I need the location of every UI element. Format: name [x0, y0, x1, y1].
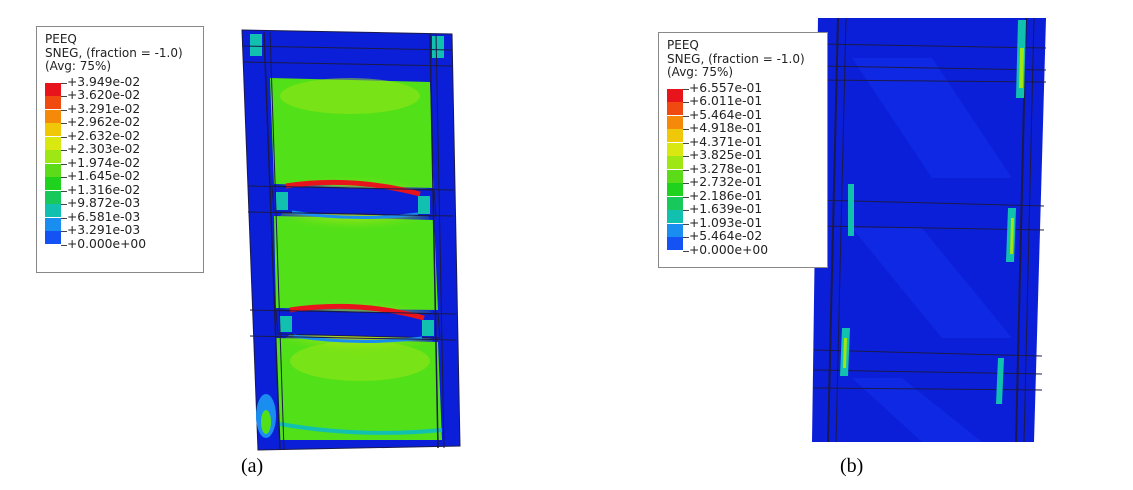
- panel-a: PEEQ SNEG, (fraction = -1.0) (Avg: 75%) …: [0, 0, 566, 490]
- model-a: [241, 29, 461, 451]
- legend-a-value-4: +2.632e-02: [67, 128, 141, 143]
- legend-a-swatch-11: [45, 231, 61, 244]
- legend-a-averaging: (Avg: 75%): [45, 59, 112, 73]
- legend-a-value-7: +1.645e-02: [67, 169, 141, 183]
- cyan-zone-2: [418, 196, 430, 214]
- legend-b-swatch-1: [667, 102, 683, 115]
- legend-b-swatch-11: [667, 237, 683, 250]
- legend-a-value-3: +2.962e-02: [67, 115, 141, 129]
- legend-b-value-11: +5.464e-02: [689, 229, 763, 243]
- legend-b-swatch-4: [667, 142, 683, 156]
- legend-a-section: SNEG, (fraction = -1.0): [45, 45, 183, 60]
- legend-a-value-6: +1.974e-02: [67, 155, 141, 170]
- legend-a-swatch-3: [45, 123, 61, 136]
- legend-a-swatch-9: [45, 204, 61, 217]
- legend-b-value-2: +5.464e-01: [689, 107, 763, 122]
- legend-a-swatch-1: [45, 96, 61, 109]
- legend-b-value-3: +4.918e-01: [689, 121, 763, 135]
- legend-a-swatch-5: [45, 150, 61, 163]
- legend-b-value-7: +2.732e-01: [689, 175, 763, 189]
- legend-a-swatch-2: [45, 109, 61, 123]
- legend-b-swatch-2: [667, 115, 683, 129]
- cyan-zone-top-left: [250, 34, 262, 56]
- legend-b-value-1: +6.011e-01: [689, 94, 763, 108]
- legend-a-value-12: +0.000e+00: [67, 236, 147, 251]
- cyan-zone-top-right: [432, 36, 444, 58]
- cyan-zone-1: [276, 192, 288, 210]
- legend-a-swatch-6: [45, 163, 61, 177]
- legend-b-swatch-5: [667, 156, 683, 169]
- legend-b-value-12: +0.000e+00: [689, 242, 769, 257]
- legend-b-section: SNEG, (fraction = -1.0): [667, 51, 805, 66]
- legend-a-value-1: +3.620e-02: [67, 88, 141, 102]
- legend-a-scale: +3.949e-02 +3.620e-02 +3.291e-02 +2.962e-02…: [45, 74, 195, 255]
- legend-b-swatch-9: [667, 210, 683, 223]
- legend-a-value-2: +3.291e-02: [67, 101, 141, 116]
- legend-a-value-5: +2.303e-02: [67, 142, 141, 156]
- legend-a-swatch-4: [45, 136, 61, 150]
- legend-a-value-9: +9.872e-03: [67, 196, 141, 210]
- legend-b-averaging: (Avg: 75%): [667, 65, 734, 79]
- legend-b: PEEQ SNEG, (fraction = -1.0) (Avg: 75%) …: [658, 32, 828, 268]
- legend-b-swatch-7: [667, 183, 683, 196]
- legend-a-value-8: +1.316e-02: [67, 182, 141, 197]
- legend-b-swatch-3: [667, 129, 683, 142]
- legend-a-value-0: +3.949e-02: [67, 74, 141, 89]
- legend-b-variable: PEEQ: [667, 38, 699, 52]
- corner-zone-bottom: [290, 341, 430, 381]
- legend-b-value-8: +2.186e-01: [689, 188, 763, 203]
- legend-b-value-0: +6.557e-01: [689, 80, 763, 95]
- legend-b-value-5: +3.825e-01: [689, 148, 763, 162]
- legend-a-variable: PEEQ: [45, 32, 77, 46]
- legend-b-value-10: +1.093e-01: [689, 215, 763, 230]
- legend-a-swatch-7: [45, 177, 61, 190]
- legend-a-swatch-0: [45, 82, 61, 96]
- cyan-zone-4: [422, 320, 434, 336]
- caption-a: (a): [241, 455, 264, 477]
- legend-a-value-10: +6.581e-03: [67, 209, 141, 224]
- legend-b-value-4: +4.371e-01: [689, 134, 763, 149]
- legend-b-header: PEEQ SNEG, (fraction = -1.0) (Avg: 75%): [667, 38, 819, 80]
- legend-a: PEEQ SNEG, (fraction = -1.0) (Avg: 75%) …: [36, 26, 204, 273]
- legend-a-swatch-8: [45, 190, 61, 204]
- panel-b: PEEQ SNEG, (fraction = -1.0) (Avg: 75%) …: [566, 0, 1133, 490]
- green-zone-base: [261, 410, 271, 434]
- legend-a-value-11: +3.291e-03: [67, 223, 141, 237]
- legend-b-swatch-6: [667, 169, 683, 183]
- legend-b-scale: +6.557e-01 +6.011e-01 +5.464e-01 +4.918e-01…: [667, 80, 819, 261]
- legend-a-header: PEEQ SNEG, (fraction = -1.0) (Avg: 75%): [45, 32, 195, 74]
- strain-spot-b2: [848, 184, 854, 236]
- caption-b: (b): [840, 455, 864, 477]
- legend-a-swatch-10: [45, 217, 61, 231]
- legend-b-swatch-0: [667, 88, 683, 102]
- legend-b-swatch-8: [667, 196, 683, 210]
- cyan-zone-3: [280, 316, 292, 332]
- corner-zone-top: [280, 78, 420, 114]
- legend-b-value-6: +3.278e-01: [689, 161, 763, 176]
- legend-b-value-9: +1.639e-01: [689, 202, 763, 216]
- model-b: [812, 18, 1047, 442]
- legend-b-swatch-10: [667, 223, 683, 237]
